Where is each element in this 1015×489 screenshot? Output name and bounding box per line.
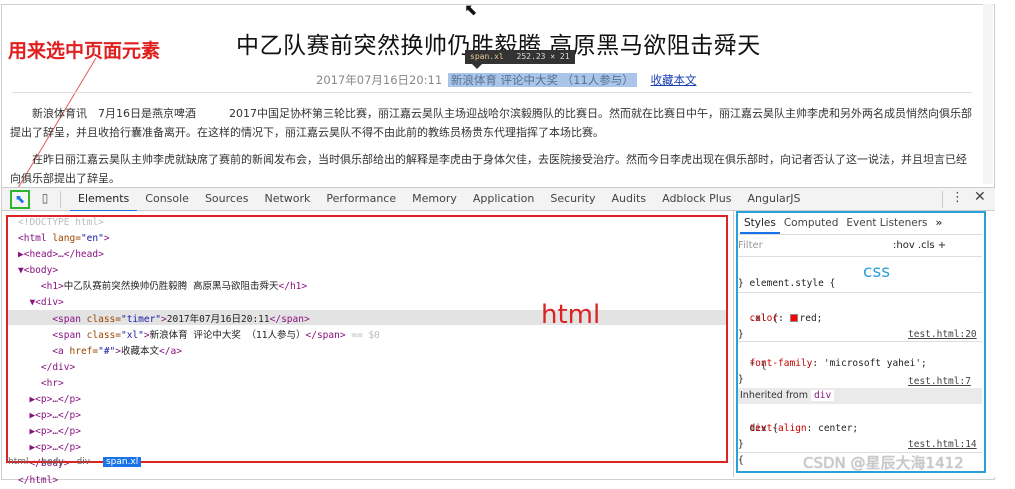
tab-elements[interactable]: Elements [70,188,138,212]
tab-adblock-plus[interactable]: Adblock Plus [654,188,739,212]
tab-network[interactable]: Network [256,188,318,212]
tab-application[interactable]: Application [465,188,542,212]
highlighted-span-xl[interactable]: 新浪体育 评论中大奖 （11人参与） [447,73,637,87]
tooltip-arrow [472,64,482,69]
article-meta: 2017年07月16日20:11 新浪体育 评论中大奖 （11人参与） 收藏本文 [316,72,696,88]
article-paragraph: 在昨日丽江嘉云昊队主帅李虎就缺席了赛前的新闻发布会，当时俱乐部给出的解释是李虎由… [10,153,967,185]
html-annotation-box [6,215,728,463]
tooltip-selector: span.xl [470,52,504,61]
tab-memory[interactable]: Memory [404,188,465,212]
devtools-toolbar: ⬉ ▯ Elements Console Sources Network Per… [2,187,995,212]
close-icon[interactable]: ✕ [974,189,986,205]
tab-audits[interactable]: Audits [604,188,655,212]
favorite-link[interactable]: 收藏本文 [650,73,696,87]
select-element-annotation: 用来选中页面元素 [8,40,161,62]
tab-performance[interactable]: Performance [318,188,404,212]
devtools-tabs: Elements Console Sources Network Perform… [70,188,809,212]
page-scrollbar[interactable] [983,4,993,184]
toolbar-divider [60,191,61,208]
tab-security[interactable]: Security [542,188,603,212]
tooltip-size: 252.23 × 21 [516,52,570,61]
tab-console[interactable]: Console [137,188,197,212]
tab-sources[interactable]: Sources [197,188,257,212]
tab-angularjs[interactable]: AngularJS [740,188,809,212]
horizontal-rule [12,92,972,93]
device-toolbar-icon[interactable]: ▯ [38,191,52,208]
breadcrumb-div[interactable]: div [77,457,91,467]
kebab-menu-icon[interactable]: ⋮ [951,190,964,205]
html-annotation-label: html [541,300,601,330]
breadcrumb-body[interactable]: body [41,457,63,467]
breadcrumb-span-xl[interactable]: span.xl [102,457,142,467]
article-paragraph: 新浪体育讯 7月16日是燕京啤酒 2017中国足协杯第三轮比赛，丽江嘉云昊队主场… [10,107,972,139]
breadcrumb-html[interactable]: html [8,457,29,467]
element-tooltip: span.xl 252.23 × 21 [465,50,575,64]
csdn-watermark: CSDN @星辰大海1412 [803,454,964,472]
breadcrumb: html body div span.xl [8,457,151,471]
mouse-cursor-icon: ⬉ [464,0,478,19]
dom-line-html-close[interactable]: </html> [18,475,58,486]
timer-text: 2017年07月16日20:11 [316,73,443,87]
css-annotation-box [736,211,986,473]
inspect-element-icon[interactable]: ⬉ [10,190,30,209]
toolbar-divider [942,191,943,208]
